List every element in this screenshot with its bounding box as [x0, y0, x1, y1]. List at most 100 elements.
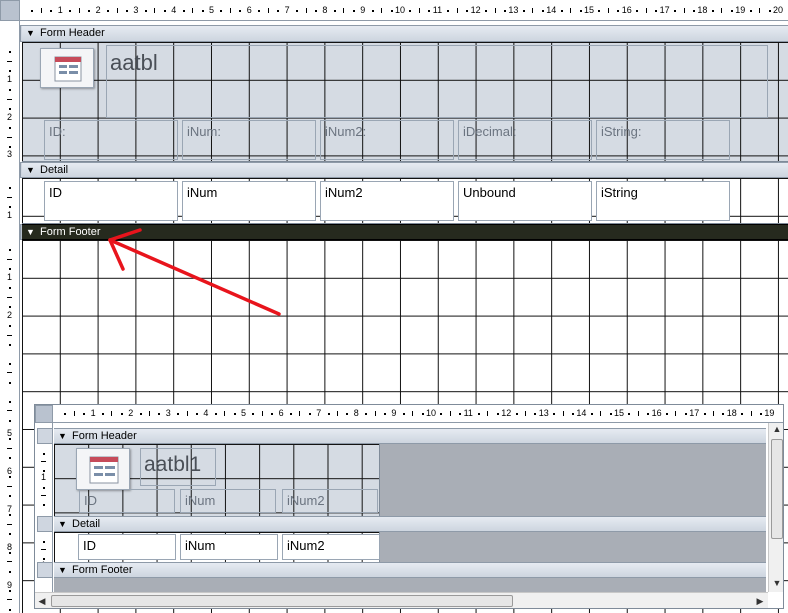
- subform-detail-label: Detail: [72, 518, 101, 530]
- ruler-tick: [9, 514, 11, 517]
- detail-field-id[interactable]: ID: [44, 181, 178, 221]
- ruler-tick: [9, 287, 11, 290]
- ruler-tick: [675, 411, 677, 416]
- subform-vertical-scrollbar[interactable]: ▲ ▼: [768, 423, 783, 592]
- ruler-tick: [428, 9, 431, 12]
- header-label-idecimal[interactable]: iDecimal:: [458, 120, 592, 160]
- ruler-tick: [525, 411, 526, 416]
- vertical-scroll-thumb[interactable]: [771, 439, 783, 539]
- detail-field-inum2[interactable]: iNum2: [320, 181, 454, 221]
- ruler-tick: [7, 334, 12, 336]
- subform-detail-field-inum[interactable]: iNum: [180, 534, 278, 560]
- subform-header-section[interactable]: aatbl1 ID iNum iNum2: [54, 444, 380, 516]
- ruler-tick: [478, 413, 480, 415]
- subform-header-selector[interactable]: [37, 428, 53, 444]
- scroll-up-icon[interactable]: ▲: [769, 423, 783, 437]
- form-selector[interactable]: [0, 0, 20, 21]
- subform-footer-selector[interactable]: [37, 562, 53, 578]
- subform-horizontal-ruler[interactable]: 1 2 3 4 5 6 7 8 9 10 11 12 13 14 15 16 17 18 19: [53, 405, 783, 423]
- chevron-double-icon: ▼: [26, 227, 35, 237]
- header-label-inum2[interactable]: iNum2:: [320, 120, 454, 160]
- ruler-tick: [9, 89, 11, 92]
- detail-field-unbound[interactable]: Unbound: [458, 181, 592, 221]
- ruler-tick: [560, 9, 563, 12]
- ruler-number: 7: [284, 4, 290, 15]
- subform-control[interactable]: 12345678910111213141516171819 11 ▼Form H…: [34, 404, 784, 609]
- form-header-section[interactable]: aatbl ID: iNum: iNum2: iDecimal: iString…: [22, 42, 788, 162]
- ruler-tick: [111, 411, 113, 416]
- subform-horizontal-scrollbar[interactable]: ◀ ▶: [35, 592, 768, 608]
- ruler-tick: [409, 9, 412, 12]
- subform-detail-field-id[interactable]: ID: [78, 534, 176, 560]
- vertical-ruler[interactable]: 1 2 3 1 1 2 5 6 7 8 9: [0, 21, 20, 613]
- subform-detail-band[interactable]: ▼ Detail: [54, 516, 766, 532]
- subform-detail-section[interactable]: ID iNum iNum2: [54, 532, 380, 562]
- form-icon[interactable]: [40, 48, 94, 88]
- subform-footer-band[interactable]: ▼ Form Footer: [54, 562, 766, 578]
- ruler-tick: [290, 413, 292, 415]
- ruler-tick: [220, 9, 223, 12]
- form-icon[interactable]: [76, 448, 130, 490]
- ruler-tick: [496, 413, 499, 415]
- ruler-number: 11: [463, 408, 473, 418]
- ruler-tick: [9, 495, 11, 498]
- ruler-tick: [149, 411, 150, 416]
- ruler-tick: [277, 9, 280, 12]
- scroll-right-icon[interactable]: ▶: [753, 595, 767, 608]
- header-label-id[interactable]: ID:: [44, 120, 178, 160]
- subform-header-label-id[interactable]: ID: [79, 489, 175, 513]
- detail-band[interactable]: ▼ Detail: [22, 162, 788, 178]
- header-label-inum[interactable]: iNum:: [182, 120, 316, 160]
- ruler-tick: [466, 9, 469, 12]
- ruler-tick: [261, 411, 263, 416]
- ruler-tick: [674, 9, 677, 12]
- ruler-tick: [9, 268, 11, 271]
- ruler-tick: [459, 413, 462, 415]
- subform-header-label: Form Header: [72, 430, 137, 442]
- detail-field-inum[interactable]: iNum: [182, 181, 316, 221]
- detail-label: Detail: [40, 164, 69, 176]
- horizontal-ruler[interactable]: 1 2 3 4 5 6 7 8 9 10 11 12 13 14 15 16 17 18 19 20: [20, 0, 788, 21]
- chevron-double-icon: ▼: [58, 565, 67, 575]
- ruler-tick: [327, 413, 330, 415]
- ruler-tick: [647, 413, 650, 415]
- header-label-istring[interactable]: iString:: [596, 120, 730, 160]
- ruler-tick: [7, 98, 12, 100]
- form-header-band[interactable]: ▼ Form Header: [22, 25, 788, 42]
- horizontal-scroll-thumb[interactable]: [51, 595, 513, 607]
- form-footer-band[interactable]: ▼ Form Footer: [22, 224, 788, 240]
- scroll-left-icon[interactable]: ◀: [35, 595, 49, 608]
- ruler-number: 18: [726, 408, 737, 418]
- ruler-number: 13: [508, 4, 519, 15]
- ruler-tick: [572, 413, 574, 415]
- subform-detail-field-inum2[interactable]: iNum2: [282, 534, 380, 560]
- ruler-tick: [7, 410, 12, 412]
- ruler-tick: [9, 206, 11, 209]
- ruler-number: 20: [773, 4, 784, 15]
- ruler-tick: [9, 127, 11, 130]
- scroll-down-icon[interactable]: ▼: [769, 577, 783, 591]
- ruler-tick: [7, 60, 12, 62]
- ruler-tick: [590, 413, 593, 415]
- ruler-number: 6: [7, 466, 13, 476]
- detail-section[interactable]: ID iNum iNum2 Unbound iString: [22, 178, 788, 224]
- subform-header-label-inum2[interactable]: iNum2: [282, 489, 378, 513]
- subform-title-label[interactable]: aatbl1: [140, 448, 216, 486]
- ruler-tick: [711, 9, 714, 12]
- ruler-tick: [7, 296, 12, 298]
- ruler-tick: [421, 413, 424, 415]
- subform-detail-selector[interactable]: [37, 516, 53, 532]
- subform-header-band[interactable]: ▼ Form Header: [54, 428, 766, 444]
- form-title-label[interactable]: aatbl: [106, 45, 768, 118]
- subform-header-label-inum[interactable]: iNum: [180, 489, 276, 513]
- ruler-tick: [381, 7, 383, 13]
- subform-selector[interactable]: [35, 405, 53, 423]
- ruler-tick: [440, 413, 443, 415]
- form-icon-graphic: [54, 56, 82, 82]
- ruler-tick: [224, 411, 226, 416]
- ruler-tick: [125, 9, 128, 12]
- ruler-tick: [64, 413, 67, 415]
- ruler-tick: [343, 7, 345, 13]
- detail-field-istring[interactable]: iString: [596, 181, 730, 221]
- ruler-number: 9: [391, 408, 397, 418]
